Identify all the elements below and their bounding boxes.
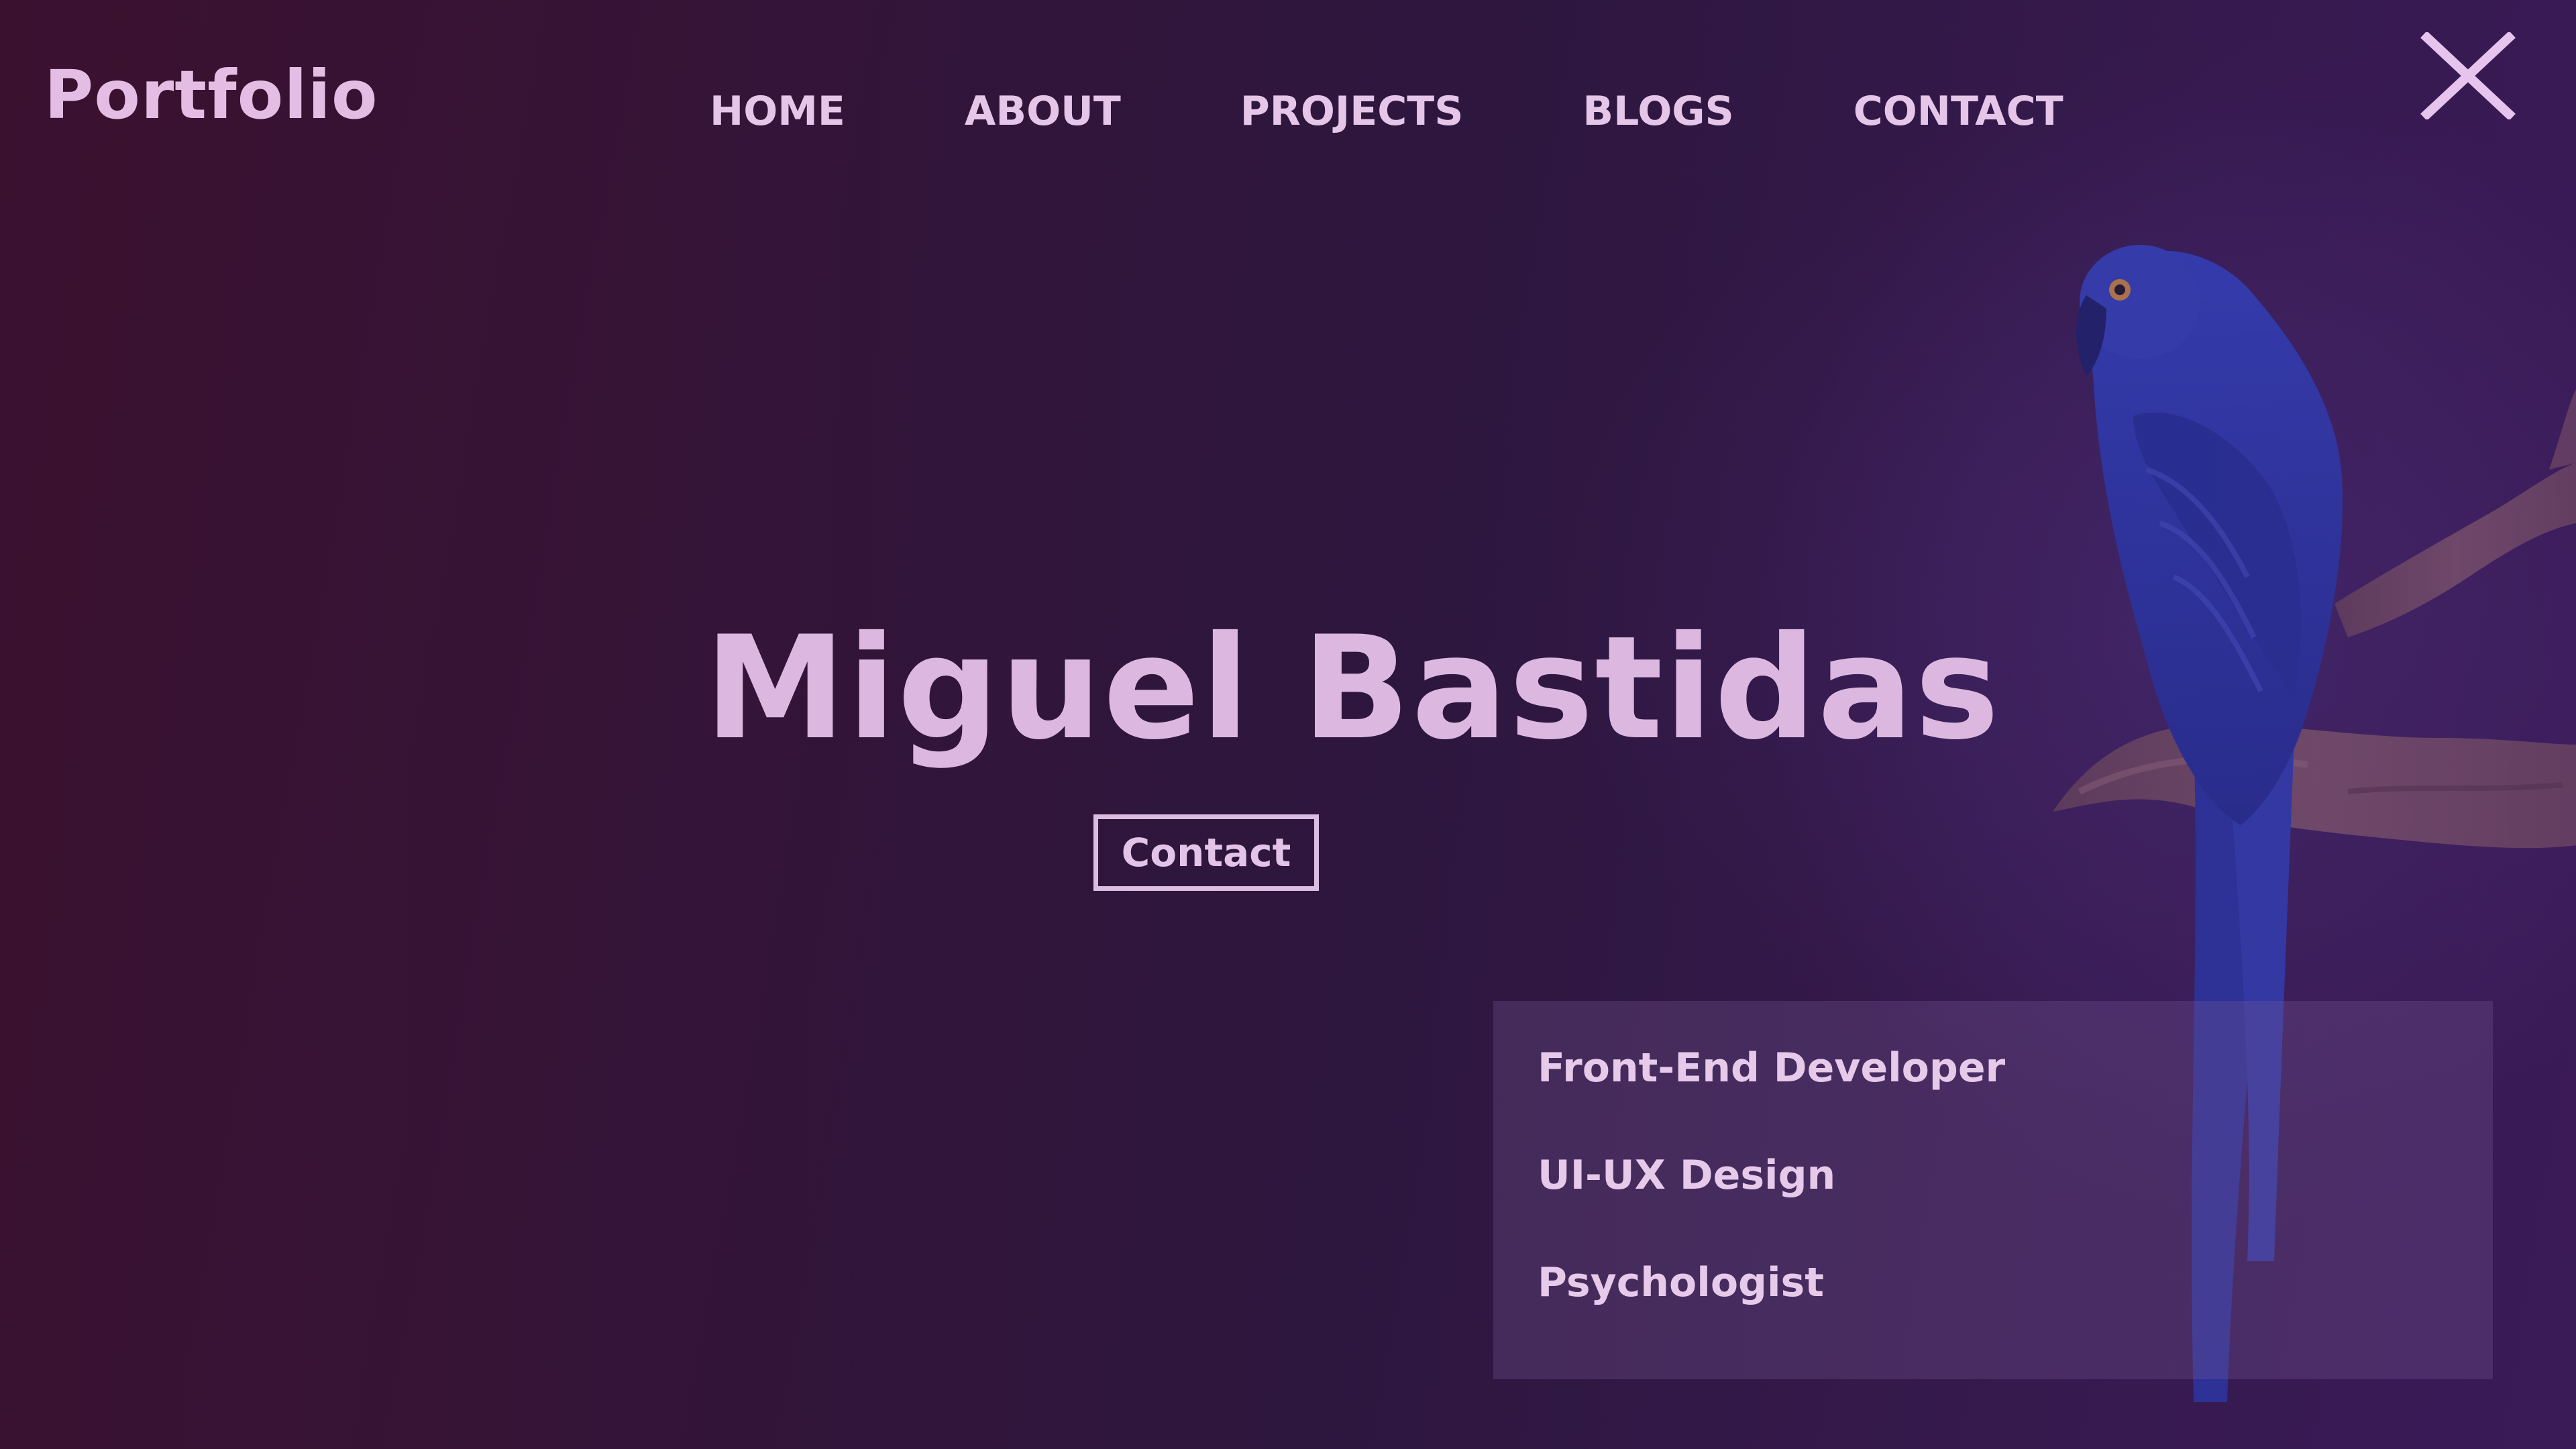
portfolio-page: Portfolio HOME ABOUT PROJECTS BLOGS CONT…	[0, 0, 2576, 1449]
contact-button[interactable]: Contact	[1093, 814, 1319, 891]
main-nav: HOME ABOUT PROJECTS BLOGS CONTACT	[710, 91, 2063, 131]
hero-name: Miguel Bastidas	[704, 605, 2001, 771]
role-item: Psychologist	[1538, 1259, 1824, 1306]
nav-projects[interactable]: PROJECTS	[1240, 91, 1464, 131]
close-icon	[2420, 31, 2516, 121]
nav-about[interactable]: ABOUT	[965, 91, 1121, 131]
nav-contact[interactable]: CONTACT	[1854, 91, 2063, 131]
nav-home[interactable]: HOME	[710, 91, 845, 131]
nav-blogs[interactable]: BLOGS	[1582, 91, 1733, 131]
role-item: UI-UX Design	[1538, 1152, 1836, 1199]
close-button[interactable]	[2420, 31, 2516, 121]
logo[interactable]: Portfolio	[44, 62, 378, 129]
role-item: Front-End Developer	[1538, 1044, 2006, 1091]
roles-panel: Front-End Developer UI-UX Design Psychol…	[1493, 1001, 2493, 1379]
